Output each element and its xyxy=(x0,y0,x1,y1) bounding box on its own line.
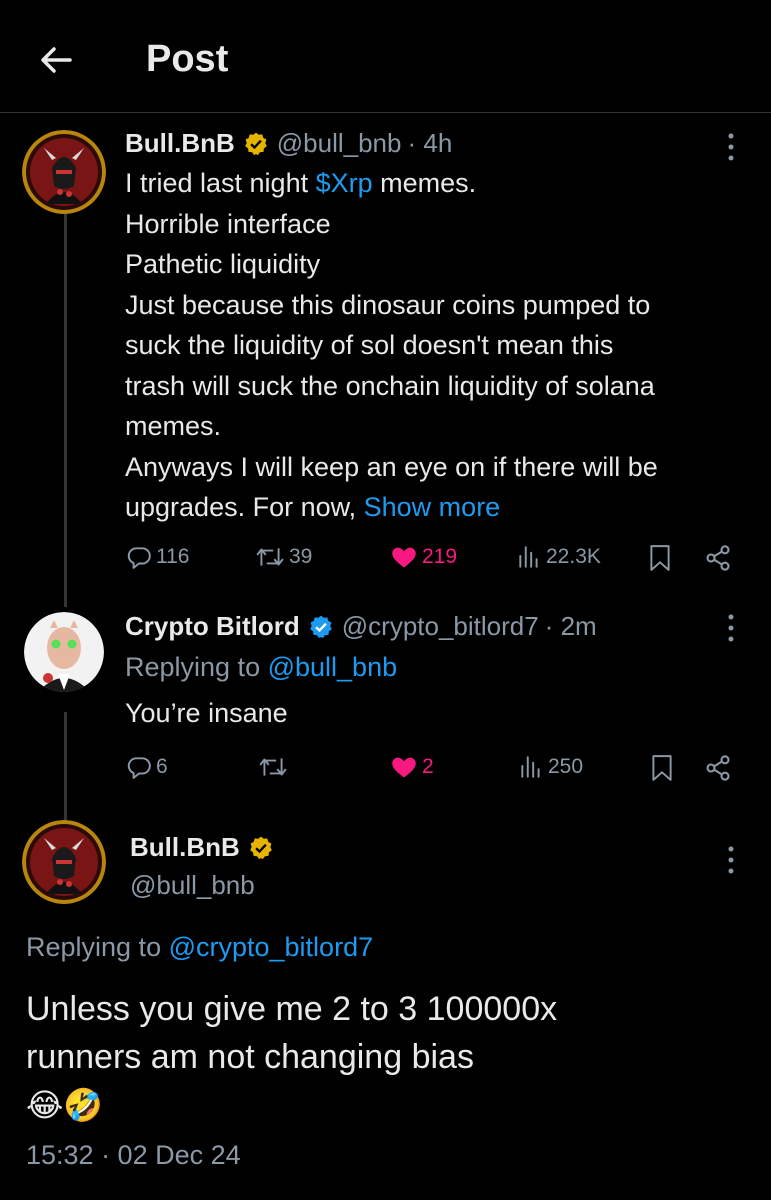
post-timestamp[interactable]: 15:32 · 02 Dec 24 xyxy=(26,1140,241,1171)
replying-handle-link[interactable]: @crypto_bitlord7 xyxy=(169,932,374,962)
post-text: You’re insane xyxy=(125,698,288,728)
more-icon xyxy=(728,133,734,161)
author-name[interactable]: Bull.BnB xyxy=(130,832,240,863)
post-text-span: I tried last night xyxy=(125,168,316,198)
post-time: · 4h xyxy=(407,128,453,158)
back-button[interactable] xyxy=(36,40,76,80)
repost-button[interactable]: 39 xyxy=(255,544,312,570)
replying-label: Replying to xyxy=(26,932,169,962)
verified-gold-icon xyxy=(243,131,269,157)
post-line: upgrades. For now, Show more xyxy=(125,487,755,528)
post-line: Horrible interface xyxy=(125,208,331,239)
heart-icon xyxy=(392,547,416,568)
repost-icon xyxy=(256,548,284,566)
views-icon xyxy=(521,756,540,778)
verified-gold-icon xyxy=(248,835,274,861)
reply-count: 116 xyxy=(156,545,190,568)
view-count: 250 xyxy=(548,755,584,778)
reply-button[interactable]: 6 xyxy=(126,754,168,780)
post-author-row: Crypto Bitlord @crypto_bitlord7 · 2m xyxy=(125,611,597,642)
emoji-line: 😂🤣 xyxy=(26,1087,104,1123)
post-author-row: Bull.BnB @bull_bnb · 4h xyxy=(125,128,452,159)
more-options-button[interactable] xyxy=(721,840,741,880)
repost-icon xyxy=(259,758,287,776)
top-bar: Post xyxy=(0,0,771,113)
post-line: runners am not changing bias xyxy=(26,1038,474,1076)
reply-button[interactable]: 116 xyxy=(126,544,189,570)
avatar-crypto-bitlord[interactable] xyxy=(24,612,104,692)
replying-to: Replying to @crypto_bitlord7 xyxy=(26,932,373,963)
view-count: 22.3K xyxy=(546,545,601,568)
main-post-text: Unless you give me 2 to 3 100000x runner… xyxy=(26,985,746,1129)
post-line: I tried last night $Xrp memes. xyxy=(125,163,755,204)
post-text-span: upgrades. For now, xyxy=(125,492,364,522)
post-actions: 6 2 250 xyxy=(0,748,771,788)
share-button[interactable] xyxy=(704,754,736,782)
replying-to: Replying to @bull_bnb xyxy=(125,652,397,683)
post-line: trash will suck the onchain liquidity of… xyxy=(125,370,655,401)
like-count: 2 xyxy=(422,755,434,778)
bookmark-button[interactable] xyxy=(648,544,676,572)
post-text: I tried last night $Xrp memes. Horrible … xyxy=(125,163,755,528)
post-line: Unless you give me 2 to 3 100000x xyxy=(26,990,558,1028)
replying-label: Replying to xyxy=(125,652,268,682)
author-name[interactable]: Crypto Bitlord xyxy=(125,611,300,642)
views-button[interactable]: 250 xyxy=(518,754,583,780)
share-icon xyxy=(706,545,730,571)
page-title: Post xyxy=(146,38,229,80)
reply-icon xyxy=(127,757,151,779)
like-button[interactable]: 219 xyxy=(390,544,457,570)
post-line: Just because this dinosaur coins pumped … xyxy=(125,289,651,320)
verified-blue-icon xyxy=(308,614,334,640)
repost-count: 39 xyxy=(289,545,313,568)
back-arrow-icon xyxy=(41,47,72,73)
post-author-row: Bull.BnB xyxy=(130,832,282,863)
author-handle[interactable]: @crypto_bitlord7 xyxy=(342,611,539,642)
avatar-bull-bnb[interactable] xyxy=(22,130,106,214)
share-button[interactable] xyxy=(704,544,736,572)
reply-icon xyxy=(127,547,151,569)
post-time: · 2m xyxy=(544,611,597,641)
post-line: Anyways I will keep an eye on if there w… xyxy=(125,451,658,482)
views-button[interactable]: 22.3K xyxy=(516,544,601,570)
bookmark-icon xyxy=(652,755,672,781)
author-handle[interactable]: @bull_bnb xyxy=(130,870,255,901)
more-options-button[interactable] xyxy=(721,127,741,167)
share-icon xyxy=(706,755,730,781)
bookmark-icon xyxy=(650,545,670,571)
replying-handle-link[interactable]: @bull_bnb xyxy=(268,652,398,682)
heart-icon xyxy=(392,757,416,778)
reply-count: 6 xyxy=(156,755,168,778)
avatar-bull-bnb[interactable] xyxy=(22,820,106,904)
show-more-link[interactable]: Show more xyxy=(364,492,501,522)
post-line: memes. xyxy=(125,411,222,441)
more-options-button[interactable] xyxy=(721,608,741,648)
cashtag-link[interactable]: $Xrp xyxy=(316,168,373,198)
author-name[interactable]: Bull.BnB xyxy=(125,128,235,159)
more-icon xyxy=(728,846,734,874)
views-icon xyxy=(519,546,538,568)
repost-button[interactable] xyxy=(258,754,292,780)
author-handle-row: @bull_bnb xyxy=(130,870,255,901)
author-handle[interactable]: @bull_bnb xyxy=(277,128,402,159)
post-actions: 116 39 219 22.3K xyxy=(0,538,771,578)
post-line: suck the liquidity of sol doesn't mean t… xyxy=(125,330,614,360)
more-icon xyxy=(728,614,734,642)
bookmark-button[interactable] xyxy=(650,754,678,782)
like-button[interactable]: 2 xyxy=(390,754,434,780)
post-line: Pathetic liquidity xyxy=(125,249,321,279)
like-count: 219 xyxy=(422,545,458,568)
post-text-span: memes. xyxy=(372,168,477,198)
